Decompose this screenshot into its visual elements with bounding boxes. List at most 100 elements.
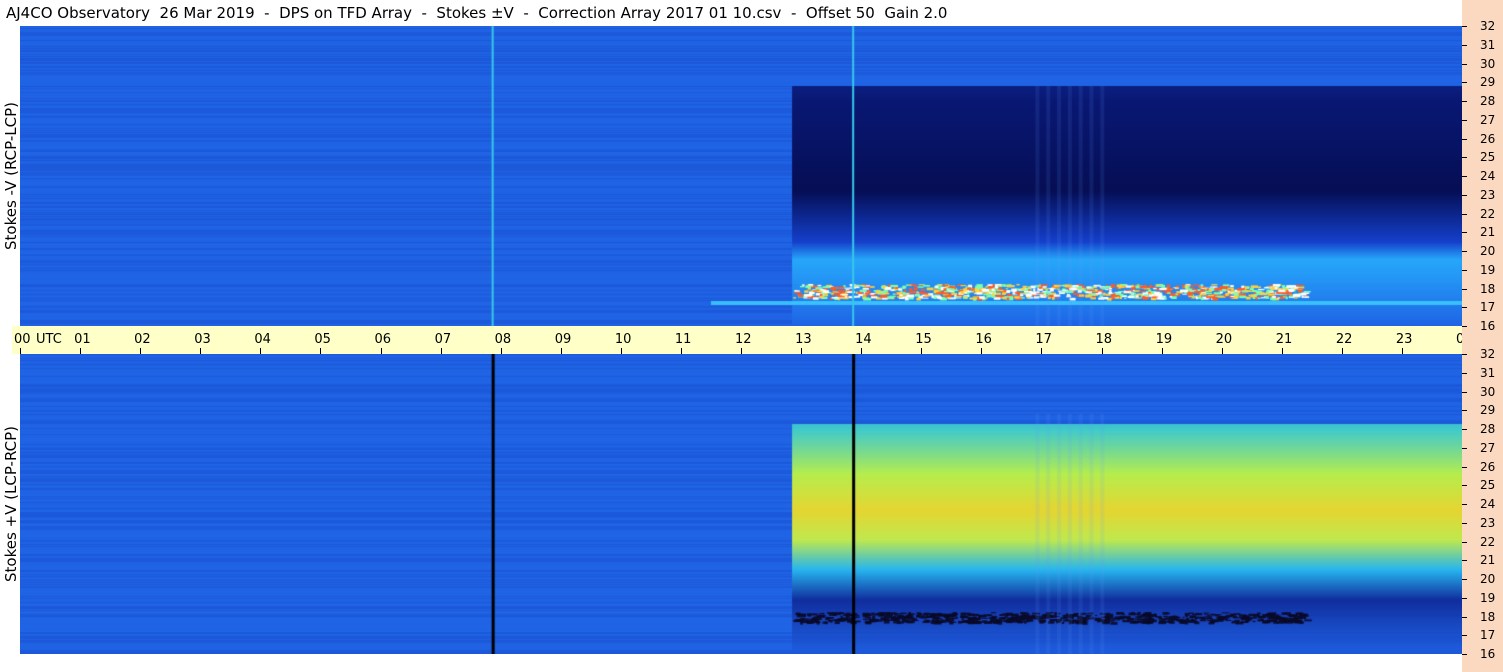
freq-tick-label: 31 bbox=[1480, 365, 1496, 380]
freq-tick-label: 21 bbox=[1480, 553, 1496, 568]
time-tick-mark bbox=[620, 348, 622, 354]
freq-tick-mark bbox=[1462, 504, 1467, 505]
freq-tick-mark bbox=[1462, 410, 1467, 412]
freq-tick-mark bbox=[1462, 447, 1467, 449]
time-tick-mark bbox=[1101, 348, 1103, 354]
freq-tick-mark bbox=[1462, 26, 1467, 27]
freq-tick-label: 27 bbox=[1480, 440, 1496, 455]
freq-tick-mark bbox=[1462, 522, 1467, 524]
freq-tick-label: 26 bbox=[1480, 131, 1496, 146]
time-tick-mark bbox=[680, 348, 682, 354]
time-tick-mark bbox=[440, 348, 442, 354]
time-tick-mark bbox=[1041, 348, 1043, 354]
stokes-plus-v-spectrogram bbox=[20, 354, 1462, 654]
time-tick-label: 14 bbox=[855, 332, 872, 347]
freq-tick-label: 17 bbox=[1480, 628, 1496, 643]
time-tick-label: 12 bbox=[735, 332, 752, 347]
time-tick-mark bbox=[861, 348, 863, 354]
freq-tick-mark bbox=[1462, 560, 1467, 562]
freq-tick-label: 20 bbox=[1480, 244, 1496, 258]
freq-tick-label: 26 bbox=[1480, 459, 1496, 474]
freq-tick-label: 18 bbox=[1480, 281, 1496, 296]
freq-tick-label: 27 bbox=[1480, 112, 1496, 127]
freq-tick-label: 23 bbox=[1480, 187, 1496, 202]
freq-tick-label: 21 bbox=[1480, 225, 1496, 240]
freq-tick-label: 29 bbox=[1480, 403, 1496, 418]
time-tick-mark bbox=[500, 348, 502, 354]
freq-tick-label: 30 bbox=[1480, 56, 1496, 71]
freq-tick-label: 22 bbox=[1480, 206, 1496, 221]
freq-tick-label: 32 bbox=[1480, 19, 1496, 33]
freq-tick-mark bbox=[1462, 597, 1467, 599]
time-tick-mark bbox=[1341, 348, 1343, 354]
top-panel-ylabel: Stokes -V (RCP-LCP) bbox=[0, 26, 22, 326]
freq-tick-label: 19 bbox=[1480, 262, 1496, 277]
time-tick-label: 15 bbox=[915, 332, 932, 347]
time-tick-label: 03 bbox=[194, 332, 211, 347]
time-tick-mark bbox=[801, 348, 803, 354]
time-tick-mark bbox=[981, 348, 983, 354]
time-tick-label: 08 bbox=[494, 332, 512, 347]
freq-tick-label: 20 bbox=[1480, 572, 1496, 586]
time-tick-label: 04 bbox=[254, 332, 271, 347]
freq-tick-mark bbox=[1462, 44, 1467, 46]
time-tick-label: 23 bbox=[1395, 332, 1413, 347]
freq-tick-mark bbox=[1462, 213, 1467, 215]
freq-tick-mark bbox=[1462, 119, 1467, 121]
time-tick-label: 00 bbox=[14, 332, 31, 347]
time-tick-mark bbox=[1401, 348, 1403, 354]
stokes-plus-v-heatmap bbox=[20, 354, 1462, 654]
freq-tick-mark bbox=[1462, 635, 1467, 637]
freq-tick-mark bbox=[1462, 194, 1467, 196]
freq-tick-mark bbox=[1462, 157, 1467, 159]
time-tick-mark bbox=[80, 348, 82, 354]
freq-tick-label: 25 bbox=[1480, 478, 1496, 493]
time-tick-mark bbox=[140, 348, 142, 354]
time-tick-mark bbox=[320, 348, 322, 354]
freq-tick-label: 31 bbox=[1480, 37, 1496, 52]
freq-tick-label: 29 bbox=[1480, 75, 1496, 90]
time-tick-label: 01 bbox=[74, 332, 91, 347]
freq-tick-mark bbox=[1462, 391, 1467, 393]
freq-tick-label: 19 bbox=[1480, 590, 1496, 605]
time-tick-mark bbox=[200, 348, 202, 354]
time-tick-label: 21 bbox=[1275, 332, 1293, 347]
freq-tick-mark bbox=[1462, 288, 1467, 290]
freq-tick-mark bbox=[1462, 466, 1467, 468]
time-tick-mark bbox=[921, 348, 923, 354]
freq-tick-mark bbox=[1462, 326, 1467, 327]
freq-tick-label: 23 bbox=[1480, 515, 1496, 530]
freq-tick-label: 22 bbox=[1480, 534, 1496, 549]
stokes-minus-v-heatmap bbox=[20, 26, 1462, 326]
freq-tick-label: 24 bbox=[1480, 497, 1496, 511]
freq-tick-mark bbox=[1462, 138, 1467, 140]
top-panel-ylabel-text: Stokes -V (RCP-LCP) bbox=[2, 102, 20, 250]
freq-tick-mark bbox=[1462, 372, 1467, 374]
time-tick-mark bbox=[1221, 348, 1223, 354]
freq-tick-label: 30 bbox=[1480, 384, 1496, 399]
time-tick-label: 09 bbox=[554, 332, 572, 347]
freq-tick-label: 16 bbox=[1480, 319, 1496, 333]
freq-tick-mark bbox=[1462, 354, 1467, 355]
time-tick-mark bbox=[560, 348, 562, 354]
time-tick-label: 06 bbox=[374, 332, 392, 347]
time-tick-mark bbox=[380, 348, 382, 354]
time-tick-label: 20 bbox=[1215, 332, 1233, 347]
freq-tick-mark bbox=[1462, 307, 1467, 309]
time-tick-label: 02 bbox=[134, 332, 151, 347]
freq-tick-mark bbox=[1462, 485, 1467, 487]
time-tick-label: 11 bbox=[674, 332, 692, 347]
freq-tick-label: 28 bbox=[1480, 94, 1496, 108]
utc-time-axis: 00 01 02 03 04 05 06 07 08 09 10 11 12 13 14 15 16 17 18 19… bbox=[12, 326, 1498, 354]
freq-tick-label: 28 bbox=[1480, 422, 1496, 436]
time-tick-label: 17 bbox=[1035, 332, 1052, 347]
time-tick-label: 16 bbox=[975, 332, 992, 347]
frequency-axis-strip: 32 31 30 29 28 27 26 25 24 23 22 21 20 19 18 17 16 32 31 3… bbox=[1462, 0, 1503, 672]
time-tick-mark bbox=[260, 348, 262, 354]
freq-tick-mark bbox=[1462, 654, 1467, 655]
bottom-panel-ylabel: Stokes +V (LCP-RCP) bbox=[0, 354, 22, 654]
time-axis-unit: UTC bbox=[36, 332, 62, 347]
chart-title: AJ4CO Observatory 26 Mar 2019 - DPS on T… bbox=[6, 4, 948, 22]
freq-tick-label: 18 bbox=[1480, 609, 1496, 624]
time-tick-mark bbox=[1281, 348, 1283, 354]
